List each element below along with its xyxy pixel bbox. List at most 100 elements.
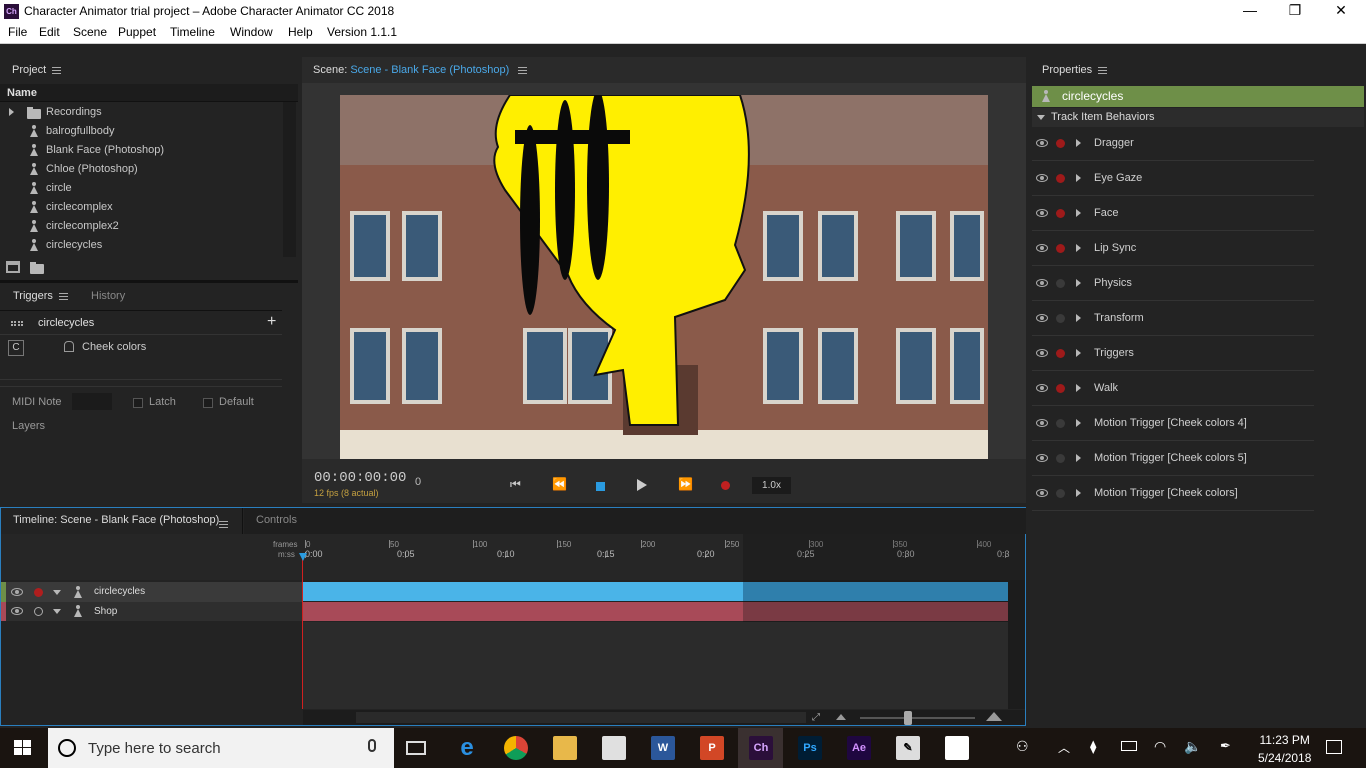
expand-icon[interactable] (1076, 209, 1081, 217)
list-item[interactable]: circlecomplex2 (0, 217, 282, 236)
armed-icon[interactable] (1056, 139, 1065, 148)
fit-icon[interactable]: ⤢ (812, 712, 820, 723)
hscroll-thumb[interactable] (356, 712, 806, 723)
history-tab[interactable]: History (91, 290, 125, 302)
unarmed-icon[interactable] (1056, 454, 1065, 463)
eye-icon[interactable] (1036, 419, 1048, 427)
name-column-header[interactable]: Name (7, 87, 37, 99)
behavior-row[interactable]: Walk (1032, 371, 1314, 406)
expand-icon[interactable] (1076, 454, 1081, 462)
armed-icon[interactable] (1056, 174, 1065, 183)
behavior-row[interactable]: Dragger (1032, 126, 1314, 161)
sticky-notes-icon[interactable] (945, 736, 969, 760)
list-item[interactable]: Blank Face (Photoshop) (0, 141, 282, 160)
expand-icon[interactable] (1076, 244, 1081, 252)
behavior-row[interactable]: Motion Trigger [Cheek colors 4] (1032, 406, 1314, 441)
expand-icon[interactable] (1076, 489, 1081, 497)
eye-icon[interactable] (1036, 244, 1048, 252)
section-header[interactable]: Track Item Behaviors (1032, 108, 1364, 127)
trigger-puppet-row[interactable]: circlecycles + (0, 310, 282, 335)
collapse-icon[interactable] (1037, 115, 1045, 120)
wifi-icon[interactable]: ◠ (1154, 738, 1166, 755)
eye-icon[interactable] (11, 607, 23, 615)
unarmed-icon[interactable] (1056, 419, 1065, 428)
trigger-row[interactable]: C Cheek colors (0, 335, 282, 380)
playback-speed[interactable]: 1.0x (752, 477, 791, 494)
expand-icon[interactable] (1076, 349, 1081, 357)
armed-icon[interactable] (1056, 209, 1065, 218)
behavior-row[interactable]: Triggers (1032, 336, 1314, 371)
stop-icon[interactable] (596, 482, 605, 491)
armed-icon[interactable] (1056, 384, 1065, 393)
menu-edit[interactable]: Edit (39, 25, 60, 39)
midi-note-field[interactable] (72, 393, 112, 410)
expand-icon[interactable] (1076, 279, 1081, 287)
microphone-icon[interactable] (368, 739, 376, 752)
eye-icon[interactable] (1036, 454, 1048, 462)
character-animator-taskbar-icon[interactable]: Ch (749, 736, 773, 760)
project-scrollbar[interactable] (283, 102, 296, 257)
scene-canvas[interactable] (340, 95, 988, 459)
tray-overflow-icon[interactable]: ︿ (1058, 739, 1070, 756)
timeline-menu-icon[interactable] (219, 520, 228, 528)
expand-icon[interactable] (1076, 139, 1081, 147)
new-folder-icon[interactable] (30, 262, 44, 274)
behavior-row[interactable]: Motion Trigger [Cheek colors] (1032, 476, 1314, 511)
behavior-row[interactable]: Motion Trigger [Cheek colors 5] (1032, 441, 1314, 476)
selected-item-bar[interactable]: circlecycles (1032, 86, 1364, 107)
menu-puppet[interactable]: Puppet (118, 25, 156, 39)
clock[interactable]: 11:23 PM 5/24/2018 (1258, 733, 1311, 765)
eye-icon[interactable] (1036, 174, 1048, 182)
unarmed-icon[interactable] (1056, 489, 1065, 498)
play-icon[interactable] (637, 479, 647, 491)
armed-icon[interactable] (1056, 244, 1065, 253)
word-icon[interactable]: W (651, 736, 675, 760)
chrome-icon[interactable] (504, 736, 528, 760)
maximize-button[interactable]: ❐ (1272, 2, 1318, 19)
action-center-icon[interactable] (1326, 740, 1342, 754)
close-button[interactable]: ✕ (1318, 2, 1364, 19)
behavior-row[interactable]: Face (1032, 196, 1314, 231)
search-box[interactable]: Type here to search (48, 728, 394, 768)
volume-icon[interactable]: 🔈 (1184, 738, 1201, 755)
list-item[interactable]: circlecycles (0, 236, 282, 255)
playhead-handle[interactable] (299, 553, 307, 561)
scene-name[interactable]: Scene - Blank Face (Photoshop) (350, 64, 509, 76)
windows-start-icon[interactable] (14, 740, 31, 756)
collapse-icon[interactable] (53, 609, 61, 614)
list-item[interactable]: circlecomplex (0, 198, 282, 217)
minimize-button[interactable]: — (1227, 2, 1273, 18)
record-icon[interactable] (721, 481, 730, 490)
expand-icon[interactable] (9, 108, 14, 116)
list-item[interactable]: Chloe (Photoshop) (0, 160, 282, 179)
timeline-vscrollbar[interactable] (1009, 582, 1024, 709)
triggers-menu-icon[interactable] (58, 292, 68, 300)
armed-icon[interactable] (1056, 349, 1065, 358)
photoshop-taskbar-icon[interactable]: Ps (798, 736, 822, 760)
eye-icon[interactable] (1036, 489, 1048, 497)
playhead-line[interactable] (302, 556, 303, 709)
after-effects-taskbar-icon[interactable]: Ae (847, 736, 871, 760)
task-view-icon[interactable] (406, 741, 426, 755)
menu-timeline[interactable]: Timeline (170, 25, 215, 39)
expand-icon[interactable] (1076, 384, 1081, 392)
list-item[interactable]: circle (0, 179, 282, 198)
triggers-tab[interactable]: Triggers (13, 290, 68, 302)
track-header[interactable]: circlecycles (1, 582, 302, 602)
step-back-icon[interactable]: ⏪ (552, 477, 567, 491)
controls-tab[interactable]: Controls (256, 514, 297, 526)
zoom-slider-thumb[interactable] (904, 711, 912, 725)
track-header[interactable]: Shop (1, 602, 302, 621)
menu-help[interactable]: Help (288, 25, 313, 39)
behavior-row[interactable]: Transform (1032, 301, 1314, 336)
go-to-start-icon[interactable]: ⏮ (510, 477, 521, 492)
timeline-tab[interactable]: Timeline: Scene - Blank Face (Photoshop) (1, 508, 243, 534)
pen-icon[interactable]: ✒ (1220, 738, 1231, 754)
eye-icon[interactable] (1036, 314, 1048, 322)
eye-icon[interactable] (11, 588, 23, 596)
eye-icon[interactable] (1036, 279, 1048, 287)
zoom-slider-track[interactable] (860, 717, 975, 719)
eye-icon[interactable] (1036, 209, 1048, 217)
scene-viewport[interactable] (302, 83, 1026, 459)
app-icon[interactable]: ✎ (896, 736, 920, 760)
